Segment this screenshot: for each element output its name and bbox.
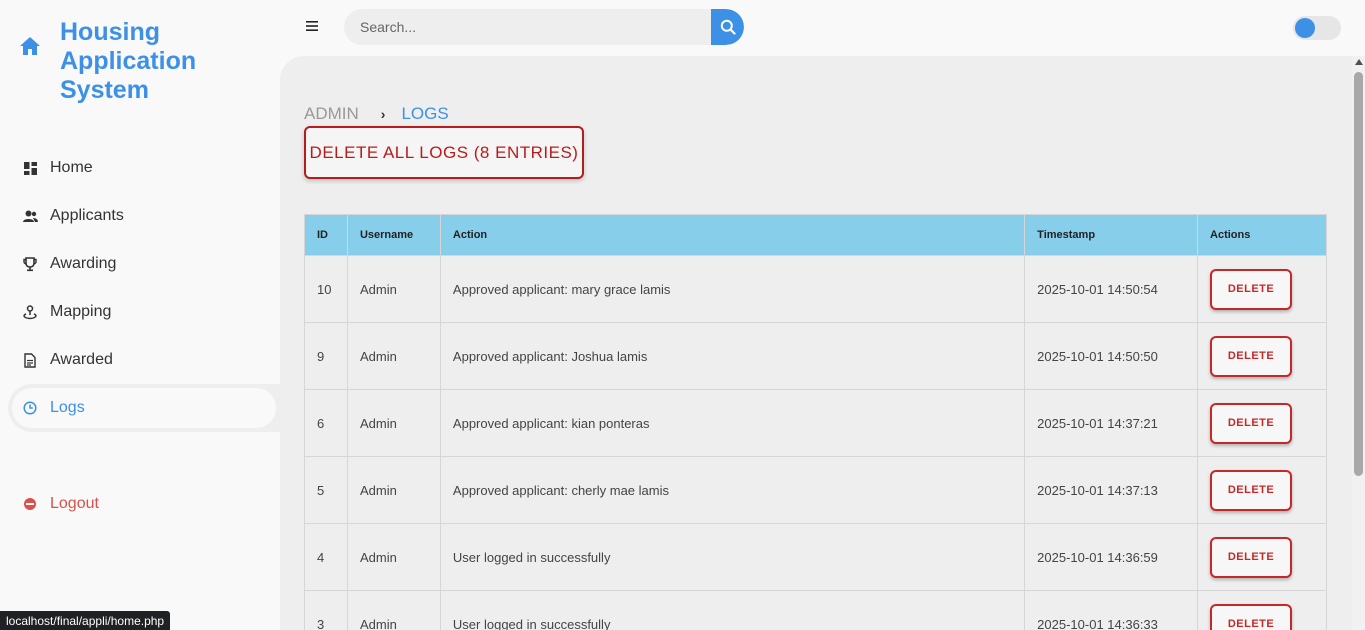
- logs-table: ID Username Action Timestamp Actions 10 …: [304, 214, 1327, 630]
- logout-link[interactable]: Logout: [22, 492, 99, 516]
- vertical-scrollbar[interactable]: [1352, 56, 1365, 630]
- cell-id: 10: [304, 255, 348, 323]
- cell-username: Admin: [346, 389, 441, 457]
- column-header-action: Action: [439, 214, 1026, 256]
- column-header-timestamp: Timestamp: [1024, 214, 1199, 256]
- delete-row-button[interactable]: DELETE: [1210, 536, 1293, 578]
- cell-username: Admin: [346, 322, 441, 390]
- scrollbar-thumb[interactable]: [1354, 72, 1363, 476]
- cell-username: Admin: [346, 523, 441, 591]
- table-row: 5 Admin Approved applicant: cherly mae l…: [304, 456, 1327, 524]
- cell-action: User logged in successfully: [439, 523, 1026, 591]
- breadcrumb-logs[interactable]: LOGS: [401, 104, 448, 124]
- dashboard-icon: [22, 160, 38, 176]
- cell-action: Approved applicant: mary grace lamis: [439, 255, 1026, 323]
- cell-actions: DELETE: [1197, 389, 1327, 457]
- logout-label: Logout: [50, 495, 99, 512]
- delete-row-button[interactable]: DELETE: [1210, 335, 1293, 377]
- sidebar-item-label: Applicants: [50, 207, 124, 224]
- cell-action: User logged in successfully: [439, 590, 1026, 630]
- table-header-row: ID Username Action Timestamp Actions: [304, 214, 1327, 256]
- topbar: [280, 0, 1365, 56]
- column-header-id: ID: [304, 214, 348, 256]
- cell-actions: DELETE: [1197, 590, 1327, 630]
- chevron-right-icon: ›: [380, 106, 386, 122]
- scroll-up-arrow-icon[interactable]: [1355, 59, 1363, 65]
- clock-icon: [22, 400, 38, 416]
- sidebar-item-label: Awarding: [50, 255, 117, 272]
- sidebar-item-awarding[interactable]: Awarding: [0, 240, 280, 288]
- cell-actions: DELETE: [1197, 456, 1327, 524]
- breadcrumb: ADMIN › LOGS: [304, 104, 449, 124]
- sidebar-item-logs[interactable]: Logs: [8, 384, 280, 432]
- table-row: 4 Admin User logged in successfully 2025…: [304, 523, 1327, 591]
- cell-timestamp: 2025-10-01 14:36:59: [1024, 523, 1199, 591]
- cell-timestamp: 2025-10-01 14:36:33: [1024, 590, 1199, 630]
- cell-username: Admin: [346, 456, 441, 524]
- brand[interactable]: Housing Application System: [18, 18, 290, 105]
- cell-timestamp: 2025-10-01 14:37:13: [1024, 456, 1199, 524]
- map-pin-icon: [22, 304, 38, 320]
- cell-actions: DELETE: [1197, 322, 1327, 390]
- brand-title: Housing Application System: [60, 18, 197, 104]
- document-icon: [22, 352, 38, 368]
- sidebar-item-label: Mapping: [50, 303, 112, 320]
- column-header-username: Username: [346, 214, 441, 256]
- cell-id: 6: [304, 389, 348, 457]
- sidebar-menu: Home Applicants Awarding Mapping Awarded: [0, 144, 280, 432]
- cell-timestamp: 2025-10-01 14:50:50: [1024, 322, 1199, 390]
- delete-row-button[interactable]: DELETE: [1210, 268, 1293, 310]
- trophy-icon: [22, 256, 38, 272]
- breadcrumb-admin[interactable]: ADMIN: [304, 104, 359, 124]
- sidebar-item-label: Home: [50, 159, 93, 176]
- delete-row-button[interactable]: DELETE: [1210, 402, 1293, 444]
- logout-icon: [24, 498, 36, 510]
- cell-timestamp: 2025-10-01 14:50:54: [1024, 255, 1199, 323]
- people-icon: [22, 208, 38, 224]
- search-bar: [344, 9, 744, 45]
- table-row: 10 Admin Approved applicant: mary grace …: [304, 255, 1327, 323]
- search-button[interactable]: [711, 9, 744, 45]
- sidebar-item-label: Awarded: [50, 351, 113, 368]
- delete-row-button[interactable]: DELETE: [1210, 469, 1293, 511]
- sidebar-item-home[interactable]: Home: [0, 144, 280, 192]
- table-row: 6 Admin Approved applicant: kian pontera…: [304, 389, 1327, 457]
- cell-id: 9: [304, 322, 348, 390]
- home-icon: [20, 37, 40, 55]
- table-row: 9 Admin Approved applicant: Joshua lamis…: [304, 322, 1327, 390]
- cell-action: Approved applicant: kian ponteras: [439, 389, 1026, 457]
- cell-action: Approved applicant: cherly mae lamis: [439, 456, 1026, 524]
- cell-username: Admin: [346, 255, 441, 323]
- sidebar-item-awarded[interactable]: Awarded: [0, 336, 280, 384]
- theme-toggle[interactable]: [1293, 16, 1341, 40]
- search-input[interactable]: [344, 9, 711, 45]
- cell-id: 3: [304, 590, 348, 630]
- cell-id: 4: [304, 523, 348, 591]
- cell-actions: DELETE: [1197, 255, 1327, 323]
- cell-id: 5: [304, 456, 348, 524]
- cell-actions: DELETE: [1197, 523, 1327, 591]
- sidebar-item-mapping[interactable]: Mapping: [0, 288, 280, 336]
- cell-username: Admin: [346, 590, 441, 630]
- link-status-bar: localhost/final/appli/home.php: [0, 611, 171, 630]
- cell-action: Approved applicant: Joshua lamis: [439, 322, 1026, 390]
- menu-toggle-icon[interactable]: [306, 20, 318, 32]
- cell-timestamp: 2025-10-01 14:37:21: [1024, 389, 1199, 457]
- toggle-knob: [1295, 18, 1315, 38]
- table-row: 3 Admin User logged in successfully 2025…: [304, 590, 1327, 630]
- sidebar: Housing Application System Home Applican…: [0, 0, 280, 630]
- sidebar-item-label: Logs: [50, 399, 85, 416]
- main-content: ADMIN › LOGS DELETE ALL LOGS (8 ENTRIES)…: [280, 56, 1352, 630]
- delete-row-button[interactable]: DELETE: [1210, 603, 1293, 630]
- search-icon: [720, 19, 736, 35]
- column-header-actions: Actions: [1197, 214, 1327, 256]
- sidebar-item-applicants[interactable]: Applicants: [0, 192, 280, 240]
- delete-all-logs-button[interactable]: DELETE ALL LOGS (8 ENTRIES): [304, 126, 584, 179]
